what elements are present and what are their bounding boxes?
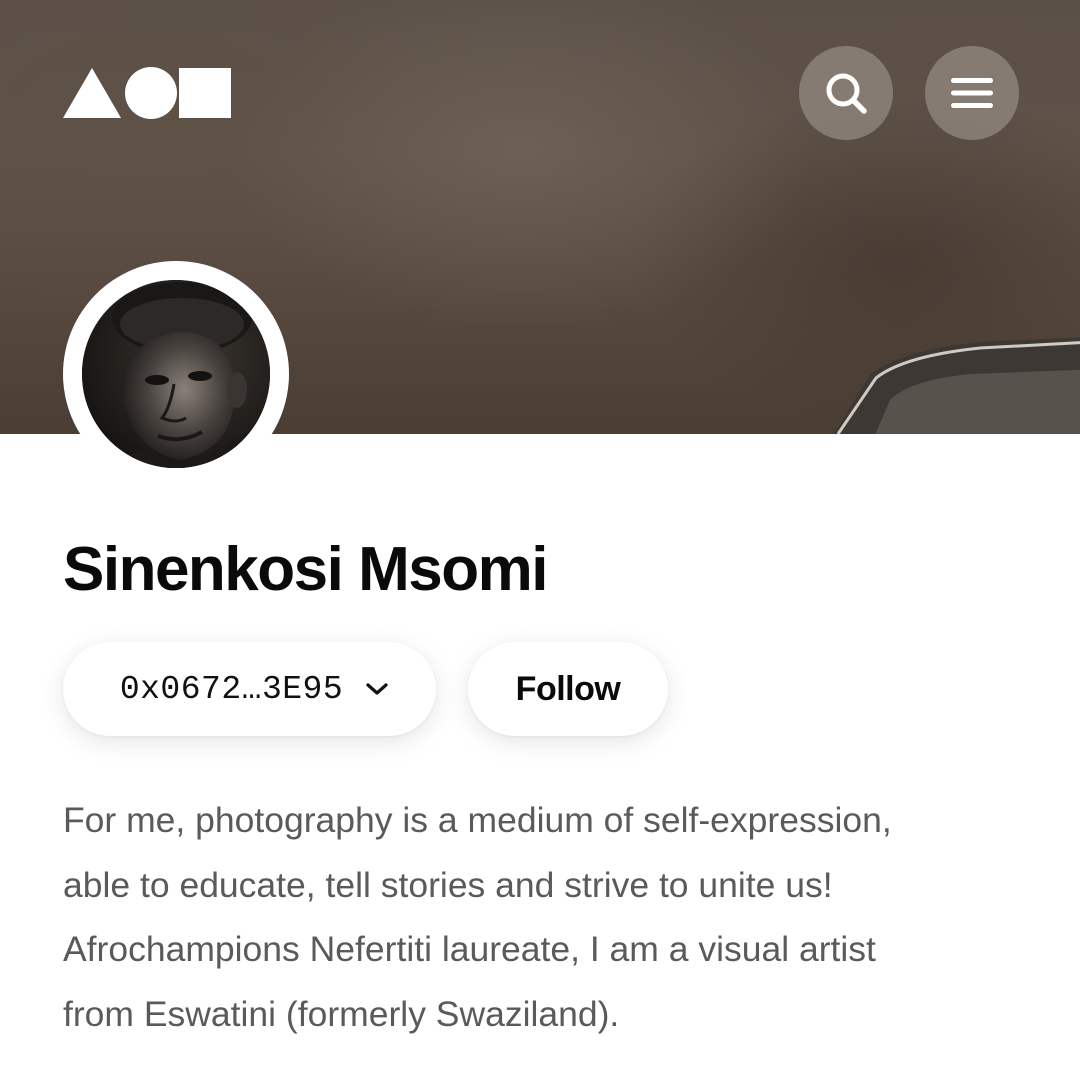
avatar-portrait-image [82, 280, 270, 468]
profile-name: Sinenkosi Msomi [63, 535, 548, 604]
search-button[interactable] [799, 46, 893, 140]
follow-label: Follow [515, 669, 621, 708]
chevron-down-icon [365, 681, 389, 697]
bio-line: Afrochampions Nefertiti laureate, I am a… [63, 929, 876, 969]
hamburger-menu-icon [951, 78, 993, 108]
follow-button[interactable]: Follow [468, 642, 668, 736]
menu-button[interactable] [925, 46, 1019, 140]
shapes-logo-icon[interactable] [63, 66, 233, 120]
wallet-address: 0x0672…3E95 [119, 670, 344, 708]
bio-line: from Eswatini (formerly Swaziland). [63, 993, 620, 1034]
bio-line: able to educate, tell stories and strive… [63, 864, 833, 905]
bio-line: For me, photography is a medium of self-… [63, 800, 892, 840]
avatar[interactable] [82, 280, 270, 468]
avatar-frame [63, 261, 289, 487]
cover-object-shape [833, 337, 1080, 434]
wallet-address-button[interactable]: 0x0672…3E95 [63, 642, 436, 736]
profile-bio: For me, photography is a medium of self-… [63, 788, 1023, 1046]
search-icon [826, 73, 867, 114]
